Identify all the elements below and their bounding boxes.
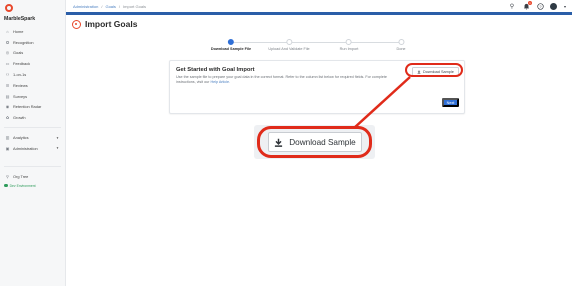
step-3: Run Import [339, 39, 359, 51]
step-1: Download Sample File [211, 39, 251, 51]
page-title: Import Goals [85, 19, 138, 29]
sidebar-item-home[interactable]: ⌂ Home [0, 26, 65, 37]
step-label: Done [396, 47, 406, 51]
help-article-link[interactable]: Help Article. [210, 80, 230, 84]
people-icon: ⚇ [5, 72, 10, 78]
sidebar-item-analytics[interactable]: ▥ Analytics ▼ [0, 132, 65, 143]
award-icon: ✪ [5, 39, 10, 45]
chevron-down-icon[interactable]: ▼ [56, 136, 59, 140]
sidebar-item-label: 1-on-1s [13, 72, 27, 78]
sidebar-item-retention-radar[interactable]: ◉ Retention Radar [0, 102, 65, 113]
chat-icon: ▭ [5, 61, 10, 67]
radar-icon: ◉ [5, 104, 10, 110]
chevron-down-icon[interactable]: ▾ [563, 2, 567, 10]
survey-icon: ▤ [5, 93, 10, 99]
breadcrumb-separator: / [118, 4, 121, 9]
sidebar-item-goals[interactable]: ◎ Goals [0, 48, 65, 59]
highlight-ring-small [405, 63, 463, 77]
sidebar-item-feedback[interactable]: ▭ Feedback [0, 58, 65, 69]
highlight-ring-large [257, 126, 372, 158]
breadcrumb-administration[interactable]: Administration [73, 4, 98, 9]
sidebar-item-label: Surveys [13, 93, 28, 99]
step-dot-icon [346, 39, 352, 45]
sidebar-item-org-tree[interactable]: ⚲ Org Tree [0, 171, 65, 182]
avatar[interactable] [550, 2, 557, 10]
brand-name: MarbleSpark [4, 16, 36, 22]
home-icon: ⌂ [6, 28, 9, 34]
sidebar-item-1-on-1s[interactable]: ⚇ 1-on-1s [0, 69, 65, 80]
sidebar-item-label: Reviews [13, 82, 28, 88]
sidebar-item-administration[interactable]: ▣ Administration ▼ [0, 143, 65, 154]
import-stepper: Download Sample File Upload And Validate … [211, 39, 406, 53]
growth-icon: ✿ [5, 115, 10, 121]
org-tree-icon: ⚲ [6, 173, 9, 179]
sidebar-item-label: Goals [13, 50, 24, 56]
admin-icon: ▣ [5, 145, 10, 151]
status-dot-icon [4, 183, 8, 188]
breadcrumb-current: Import Goals [123, 4, 146, 9]
top-bar: Administration / Goals / Import Goals ⚲ … [66, 0, 572, 12]
target-icon: ◎ [5, 50, 10, 56]
review-icon: ☰ [5, 82, 10, 88]
step-label: Upload And Validate File [268, 47, 310, 51]
sidebar-item-growth[interactable]: ✿ Growth [0, 112, 65, 123]
header-actions: ⚲ 1 ? ▾ [508, 1, 567, 10]
notification-badge: 1 [528, 1, 532, 5]
breadcrumb: Administration / Goals / Import Goals [73, 4, 146, 9]
sidebar-item-label: Feedback [13, 61, 31, 67]
sidebar-divider [4, 165, 61, 167]
goal-icon [72, 19, 81, 29]
step-label: Download Sample File [210, 47, 252, 51]
sidebar-item-surveys[interactable]: ▤ Surveys [0, 91, 65, 102]
card-title: Get Started with Goal Import [176, 67, 255, 73]
app-logo-icon[interactable] [5, 4, 13, 12]
sidebar-item-label: Analytics [13, 135, 29, 141]
sidebar-item-label: Home [13, 28, 24, 34]
sidebar-item-label: Recognition [13, 39, 34, 45]
next-button[interactable]: Next [442, 98, 459, 107]
sidebar-item-label: Org Tree [13, 173, 29, 179]
sidebar-item-label: Growth [13, 115, 26, 121]
sidebar-item-recognition[interactable]: ✪ Recognition [0, 37, 65, 48]
chevron-down-icon[interactable]: ▼ [56, 146, 59, 150]
sidebar-divider [4, 127, 61, 129]
sidebar-item-label: Retention Radar [13, 104, 42, 110]
search-icon[interactable]: ⚲ [508, 2, 516, 10]
help-glyph: ? [539, 4, 541, 8]
chart-icon: ▥ [5, 135, 10, 141]
step-label: Run Import [339, 47, 359, 51]
step-dot-icon [397, 39, 404, 45]
card-description: Use the sample file to prepare your goal… [176, 75, 402, 85]
sidebar: MarbleSpark ⌂ Home ✪ Recognition ◎ Goals ▭ Feed… [0, 0, 66, 286]
sidebar-item-reviews[interactable]: ☰ Reviews [0, 80, 65, 91]
help-icon[interactable]: ? [536, 2, 544, 10]
step-4: Done [396, 39, 406, 51]
card-description-text: Use the sample file to prepare your goal… [176, 75, 387, 84]
environment-label: Dev Environment [9, 183, 36, 188]
stepper-track [230, 42, 402, 43]
sidebar-item-label: Administration [13, 145, 38, 151]
header-accent-rule [66, 12, 572, 15]
page-header: Import Goals [72, 19, 137, 29]
step-dot-icon [227, 39, 234, 45]
step-2: Upload And Validate File [268, 39, 310, 51]
step-dot-icon [286, 39, 292, 45]
bell-icon[interactable]: 1 [522, 1, 532, 10]
breadcrumb-separator: / [101, 4, 103, 9]
sidebar-nav: ⌂ Home ✪ Recognition ◎ Goals ▭ Feedback ⚇ 1-on-1s… [0, 26, 65, 190]
environment-indicator: Dev Environment [0, 182, 65, 190]
breadcrumb-goals[interactable]: Goals [105, 4, 115, 9]
